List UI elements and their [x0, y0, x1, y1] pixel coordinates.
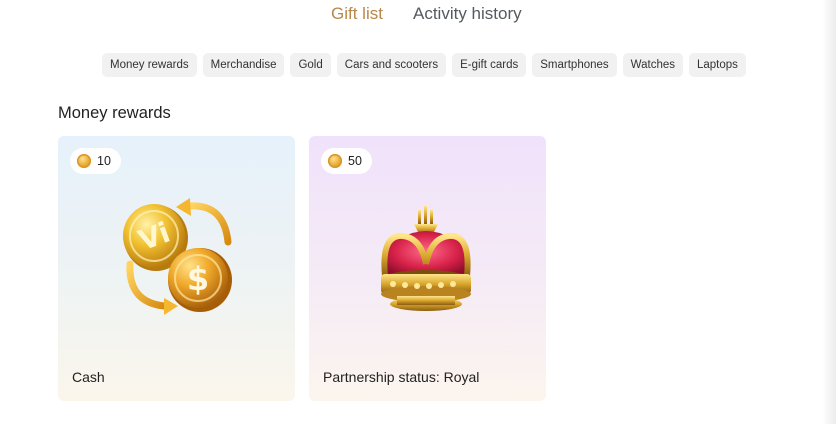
points-badge: 50: [321, 148, 372, 174]
points-value: 50: [348, 154, 362, 168]
gold-crown-icon: [381, 206, 471, 311]
tab-gift-list[interactable]: Gift list: [331, 4, 383, 24]
chip-gold[interactable]: Gold: [290, 53, 331, 77]
svg-text:$: $: [187, 260, 209, 298]
card-label: Cash: [72, 369, 105, 385]
chip-smartphones[interactable]: Smartphones: [532, 53, 617, 77]
top-tabs: Gift list Activity history: [0, 4, 836, 26]
chip-laptops[interactable]: Laptops: [688, 53, 746, 77]
points-badge: 10: [70, 148, 121, 174]
category-chips: Money rewards Merchandise Gold Cars and …: [102, 53, 746, 77]
chip-money-rewards[interactable]: Money rewards: [102, 53, 197, 77]
coin-icon: [328, 154, 342, 168]
reward-card-cash[interactable]: 10 Vi $ Cash: [58, 136, 295, 401]
tab-activity-history[interactable]: Activity history: [413, 4, 522, 24]
card-label: Partnership status: Royal: [323, 369, 480, 385]
points-value: 10: [97, 154, 111, 168]
coin-icon: [77, 154, 91, 168]
chip-watches[interactable]: Watches: [622, 53, 683, 77]
reward-card-royal[interactable]: 50 Partnership status: Royal: [309, 136, 546, 401]
chip-cars-and-scooters[interactable]: Cars and scooters: [336, 53, 447, 77]
scrollbar-track: [822, 0, 836, 424]
section-title: Money rewards: [58, 104, 171, 122]
gold-coins-exchange-icon: Vi $: [123, 198, 232, 315]
chip-merchandise[interactable]: Merchandise: [202, 53, 285, 77]
chip-e-gift-cards[interactable]: E-gift cards: [452, 53, 527, 77]
